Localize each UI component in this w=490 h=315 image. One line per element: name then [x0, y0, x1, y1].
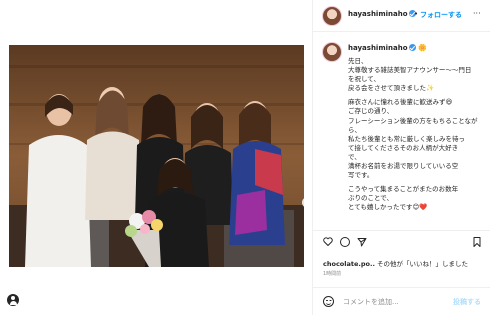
- caption-line: て接してくださるそのお人柄が大好き: [348, 143, 459, 152]
- more-options-icon[interactable]: ···: [473, 9, 481, 18]
- comment-bar: 投稿する: [313, 287, 490, 315]
- caption-flag: 🌼: [417, 44, 427, 52]
- bookmark-icon[interactable]: [473, 237, 481, 247]
- caption-line: とても嬉しかったです😊❤️: [348, 203, 428, 212]
- caption-avatar[interactable]: [322, 42, 342, 62]
- caption-username[interactable]: hayashiminaho 🌼: [348, 44, 427, 52]
- caption-line: 私たち後輩とも常に厳しく楽しみを待っ: [348, 134, 465, 143]
- caption-line: 満杯お名前をお湯で限りしていいる空: [348, 162, 459, 171]
- header-username[interactable]: hayashiminaho: [348, 10, 416, 18]
- header-separator: •: [414, 10, 419, 18]
- caption-line: 戻る会をさせて頂きました✨: [348, 84, 435, 93]
- account-icon[interactable]: [7, 294, 19, 306]
- caption-line: で、: [348, 152, 361, 161]
- action-bar: [313, 230, 490, 250]
- caption-line: こうやって集まることがまたのお数年: [348, 185, 459, 194]
- caption-line: を祝して、: [348, 75, 380, 84]
- comment-input[interactable]: [343, 296, 443, 308]
- likes-text[interactable]: chocolate.po.. その他が「いいね！」しました: [323, 258, 468, 268]
- group-photo-image: [9, 45, 304, 267]
- likes-suffix: その他が「いいね！」しました: [377, 260, 468, 268]
- caption-line: 先日、: [348, 57, 368, 65]
- caption-text: 先日、 大尊敬する雑誌美智アナウンサー〜〜門日 を祝して、 戻る会をさせて頂きま…: [348, 57, 486, 213]
- comment-icon[interactable]: [340, 237, 350, 247]
- caption-line: 写です。: [348, 171, 374, 180]
- heart-icon[interactable]: [323, 237, 333, 246]
- verified-badge-icon: [408, 44, 416, 51]
- likes-user[interactable]: chocolate.po..: [323, 260, 375, 268]
- caption-line: ぶりのことで、: [348, 194, 394, 203]
- emoji-icon[interactable]: [323, 296, 334, 307]
- post-header: hayashiminaho • フォローする ···: [313, 0, 490, 32]
- follow-button[interactable]: フォローする: [420, 10, 462, 20]
- post-comment-button[interactable]: 投稿する: [453, 297, 481, 307]
- caption-line: 大尊敬する雑誌美智アナウンサー〜〜門日: [348, 66, 472, 75]
- avatar[interactable]: [322, 6, 342, 26]
- caption-line: フレーシーション後輩の方をもちることなが: [348, 116, 478, 125]
- post-side-panel: hayashiminaho • フォローする ··· hayashiminaho…: [312, 0, 490, 315]
- caption-line: ご存じの通り、: [348, 107, 394, 116]
- caption: hayashiminaho 🌼 先日、 大尊敬する雑誌美智アナウンサー〜〜門日 …: [313, 33, 490, 225]
- share-icon[interactable]: [357, 237, 367, 247]
- timestamp[interactable]: 1時間前: [323, 270, 341, 277]
- post-photo[interactable]: [9, 45, 304, 267]
- caption-line: 麻衣さんに憧れる後輩に歓送みず😆: [348, 98, 453, 107]
- caption-line: ら、: [348, 125, 361, 134]
